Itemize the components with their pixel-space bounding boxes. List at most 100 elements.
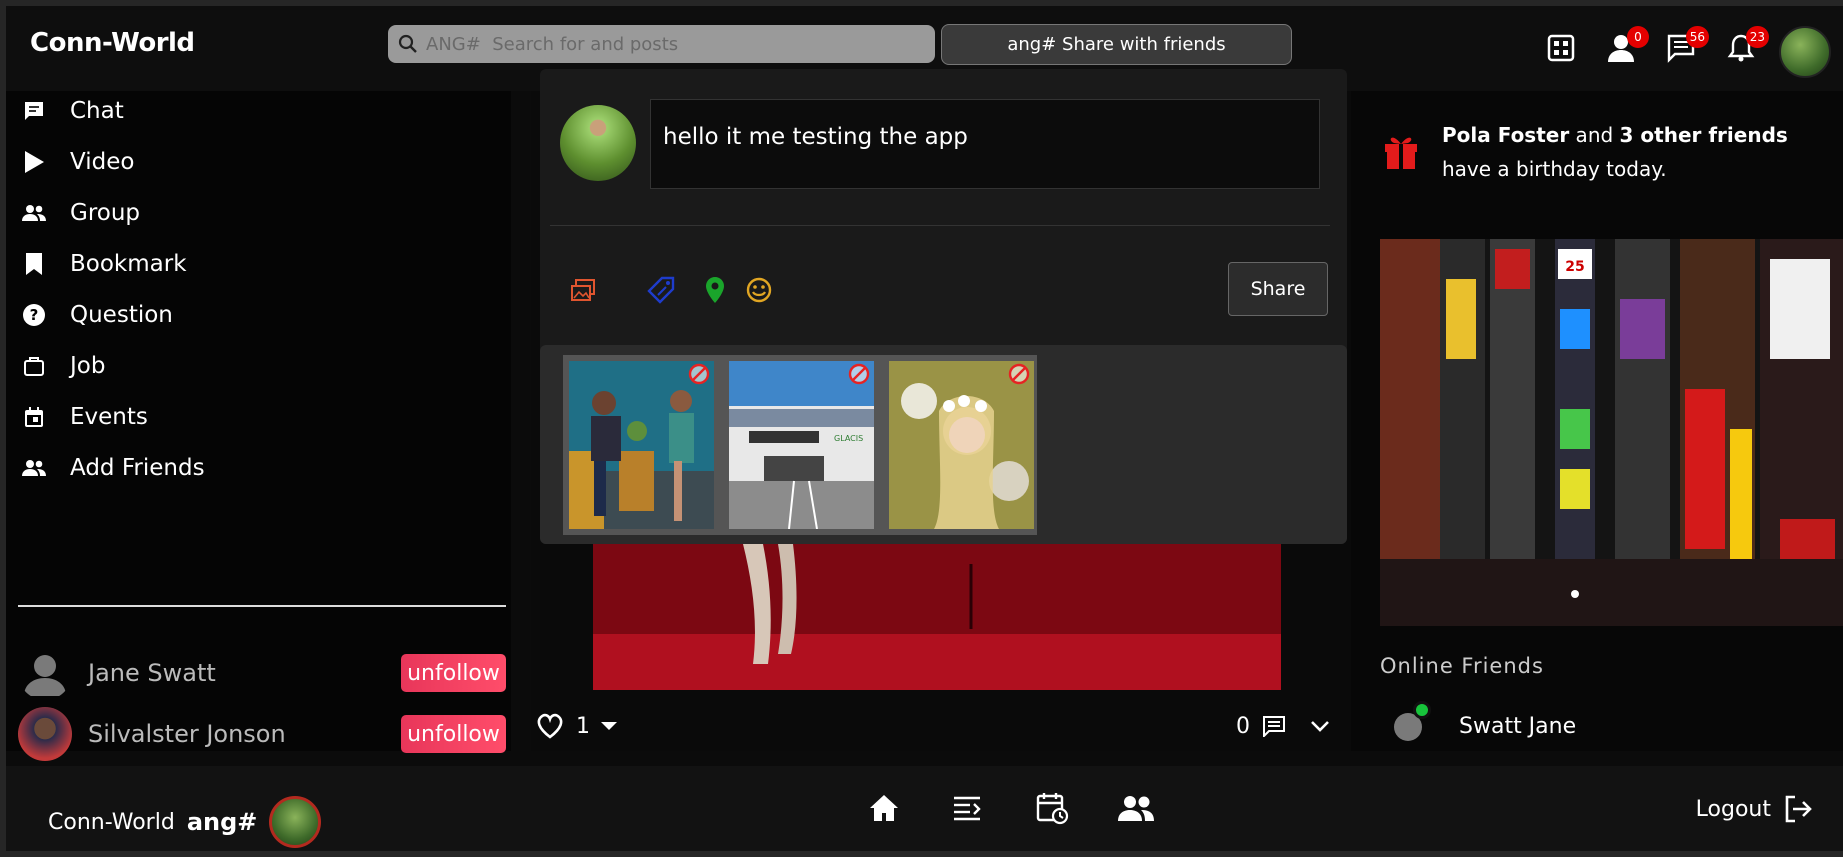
unfollow-button[interactable]: unfollow bbox=[401, 715, 506, 753]
birthday-middle: and bbox=[1569, 123, 1620, 147]
chevron-down-icon[interactable] bbox=[1310, 720, 1330, 732]
comment-icon bbox=[1263, 716, 1285, 737]
bottom-brand: Conn-World ang# bbox=[48, 796, 322, 848]
svg-text:25: 25 bbox=[1565, 259, 1584, 275]
event-history-icon[interactable] bbox=[1032, 788, 1072, 828]
sidebar-item-group[interactable]: Group bbox=[20, 193, 140, 233]
like-control[interactable]: 1 bbox=[536, 706, 618, 746]
composer-avatar bbox=[560, 105, 636, 181]
friend-avatar[interactable] bbox=[18, 707, 72, 761]
chat-icon bbox=[20, 97, 48, 125]
search-bar[interactable] bbox=[388, 25, 935, 63]
birthday-notice: Pola Foster and 3 other friends have a b… bbox=[1382, 118, 1832, 186]
post-image[interactable] bbox=[593, 544, 1281, 690]
home-icon[interactable] bbox=[864, 788, 904, 828]
sidebar-item-events[interactable]: Events bbox=[20, 397, 148, 437]
logout-icon bbox=[1785, 795, 1812, 823]
sidebar-item-label: Chat bbox=[70, 98, 124, 124]
sidebar-item-label: Question bbox=[70, 302, 173, 328]
sidebar-divider bbox=[18, 605, 506, 607]
apps-grid-icon[interactable] bbox=[1543, 30, 1579, 66]
sidebar-item-add-friends[interactable]: Add Friends bbox=[20, 448, 205, 488]
preview-image-flower-girl[interactable] bbox=[889, 361, 1034, 529]
gift-icon bbox=[1385, 137, 1417, 169]
logout-button[interactable]: Logout bbox=[1696, 794, 1813, 824]
emoji-icon[interactable] bbox=[744, 275, 774, 305]
comments-count: 0 bbox=[1236, 713, 1250, 739]
svg-text:GLACIS: GLACIS bbox=[834, 434, 863, 443]
online-friend-item[interactable]: Swatt Jane bbox=[1389, 701, 1577, 747]
user-avatar[interactable] bbox=[1779, 26, 1831, 78]
friend-name[interactable]: Silvalster Jonson bbox=[88, 720, 401, 748]
online-friends-title: Online Friends bbox=[1380, 654, 1544, 678]
location-icon[interactable] bbox=[700, 275, 730, 305]
sidebar-item-label: Events bbox=[70, 404, 148, 430]
top-icons: 0 56 23 bbox=[1523, 20, 1843, 78]
tag-icon[interactable] bbox=[646, 275, 676, 305]
friend-requests-badge: 0 bbox=[1627, 26, 1649, 48]
search-input[interactable] bbox=[426, 33, 926, 55]
image-preview-area: GLACIS bbox=[540, 345, 1347, 544]
messages-icon[interactable]: 56 bbox=[1663, 26, 1709, 66]
online-friend-name: Swatt Jane bbox=[1459, 713, 1577, 739]
logout-label: Logout bbox=[1695, 796, 1771, 822]
messages-badge: 56 bbox=[1685, 26, 1709, 48]
bottom-username[interactable]: ang# bbox=[187, 808, 258, 836]
notifications-icon[interactable]: 23 bbox=[1723, 26, 1769, 66]
share-button[interactable]: Share bbox=[1228, 262, 1328, 316]
preview-image-meeting[interactable] bbox=[569, 361, 714, 529]
share-with-friends-button[interactable]: ang# Share with friends bbox=[941, 24, 1292, 65]
sidebar-item-video[interactable]: Video bbox=[20, 142, 134, 182]
birthday-name[interactable]: Pola Foster bbox=[1442, 123, 1569, 147]
bottom-avatar[interactable] bbox=[269, 796, 322, 848]
bottom-brand-name[interactable]: Conn-World bbox=[48, 810, 175, 835]
briefcase-icon bbox=[20, 352, 48, 380]
sidebar-item-bookmark[interactable]: Bookmark bbox=[20, 244, 187, 284]
comment-control[interactable]: 0 bbox=[1236, 706, 1330, 746]
sidebar-item-label: Job bbox=[70, 353, 106, 379]
feed-icon[interactable] bbox=[948, 788, 988, 828]
sidebar-item-chat[interactable]: Chat bbox=[20, 91, 124, 131]
app-window: Conn-World ang# Share with friends 0 56 … bbox=[6, 6, 1843, 851]
group-icon bbox=[20, 199, 48, 227]
gallery-icon[interactable] bbox=[568, 275, 598, 305]
friend-name[interactable]: Jane Swatt bbox=[88, 659, 401, 687]
chevron-down-icon[interactable] bbox=[600, 720, 618, 732]
svg-text:?: ? bbox=[30, 306, 39, 324]
heart-icon bbox=[537, 713, 563, 739]
question-icon: ? bbox=[20, 301, 48, 329]
sidebar-item-label: Bookmark bbox=[70, 251, 187, 277]
post-composer: hello it me testing the app Share GLACIS bbox=[540, 69, 1347, 544]
friend-requests-icon[interactable]: 0 bbox=[1603, 26, 1649, 66]
default-avatar-icon[interactable] bbox=[18, 646, 72, 700]
composer-divider bbox=[550, 225, 1330, 226]
birthday-suffix: have a birthday today. bbox=[1442, 157, 1667, 181]
birthday-others[interactable]: 3 other friends bbox=[1620, 123, 1788, 147]
remove-image-icon[interactable] bbox=[1008, 363, 1030, 385]
online-friend-avatar bbox=[1389, 701, 1431, 747]
preview-image-building[interactable]: GLACIS bbox=[729, 361, 874, 529]
play-icon bbox=[20, 148, 48, 176]
brand-logo[interactable]: Conn-World bbox=[30, 28, 195, 58]
image-preview-strip: GLACIS bbox=[563, 355, 1037, 535]
remove-image-icon[interactable] bbox=[848, 363, 870, 385]
sidebar-item-label: Add Friends bbox=[70, 455, 205, 481]
featured-image[interactable]: 25 bbox=[1380, 239, 1843, 626]
likes-count: 1 bbox=[576, 713, 590, 739]
bottom-bar: Conn-World ang# Logout bbox=[6, 766, 1843, 851]
online-status-dot bbox=[1413, 701, 1431, 719]
sidebar-item-question[interactable]: ? Question bbox=[20, 295, 173, 335]
sidebar-item-label: Video bbox=[70, 149, 135, 175]
friends-icon[interactable] bbox=[1116, 788, 1156, 828]
search-icon bbox=[398, 34, 417, 53]
remove-image-icon[interactable] bbox=[688, 363, 710, 385]
sidebar-item-label: Group bbox=[70, 200, 141, 226]
add-friends-icon bbox=[20, 454, 48, 482]
sidebar-item-job[interactable]: Job bbox=[20, 346, 105, 386]
unfollow-button[interactable]: unfollow bbox=[401, 654, 506, 692]
calendar-icon bbox=[20, 403, 48, 431]
composer-text-input[interactable]: hello it me testing the app bbox=[650, 99, 1320, 189]
friend-row: Jane Swatt unfollow bbox=[18, 643, 506, 703]
friend-row: Silvalster Jonson unfollow bbox=[18, 704, 506, 764]
bookmark-icon bbox=[20, 250, 48, 278]
